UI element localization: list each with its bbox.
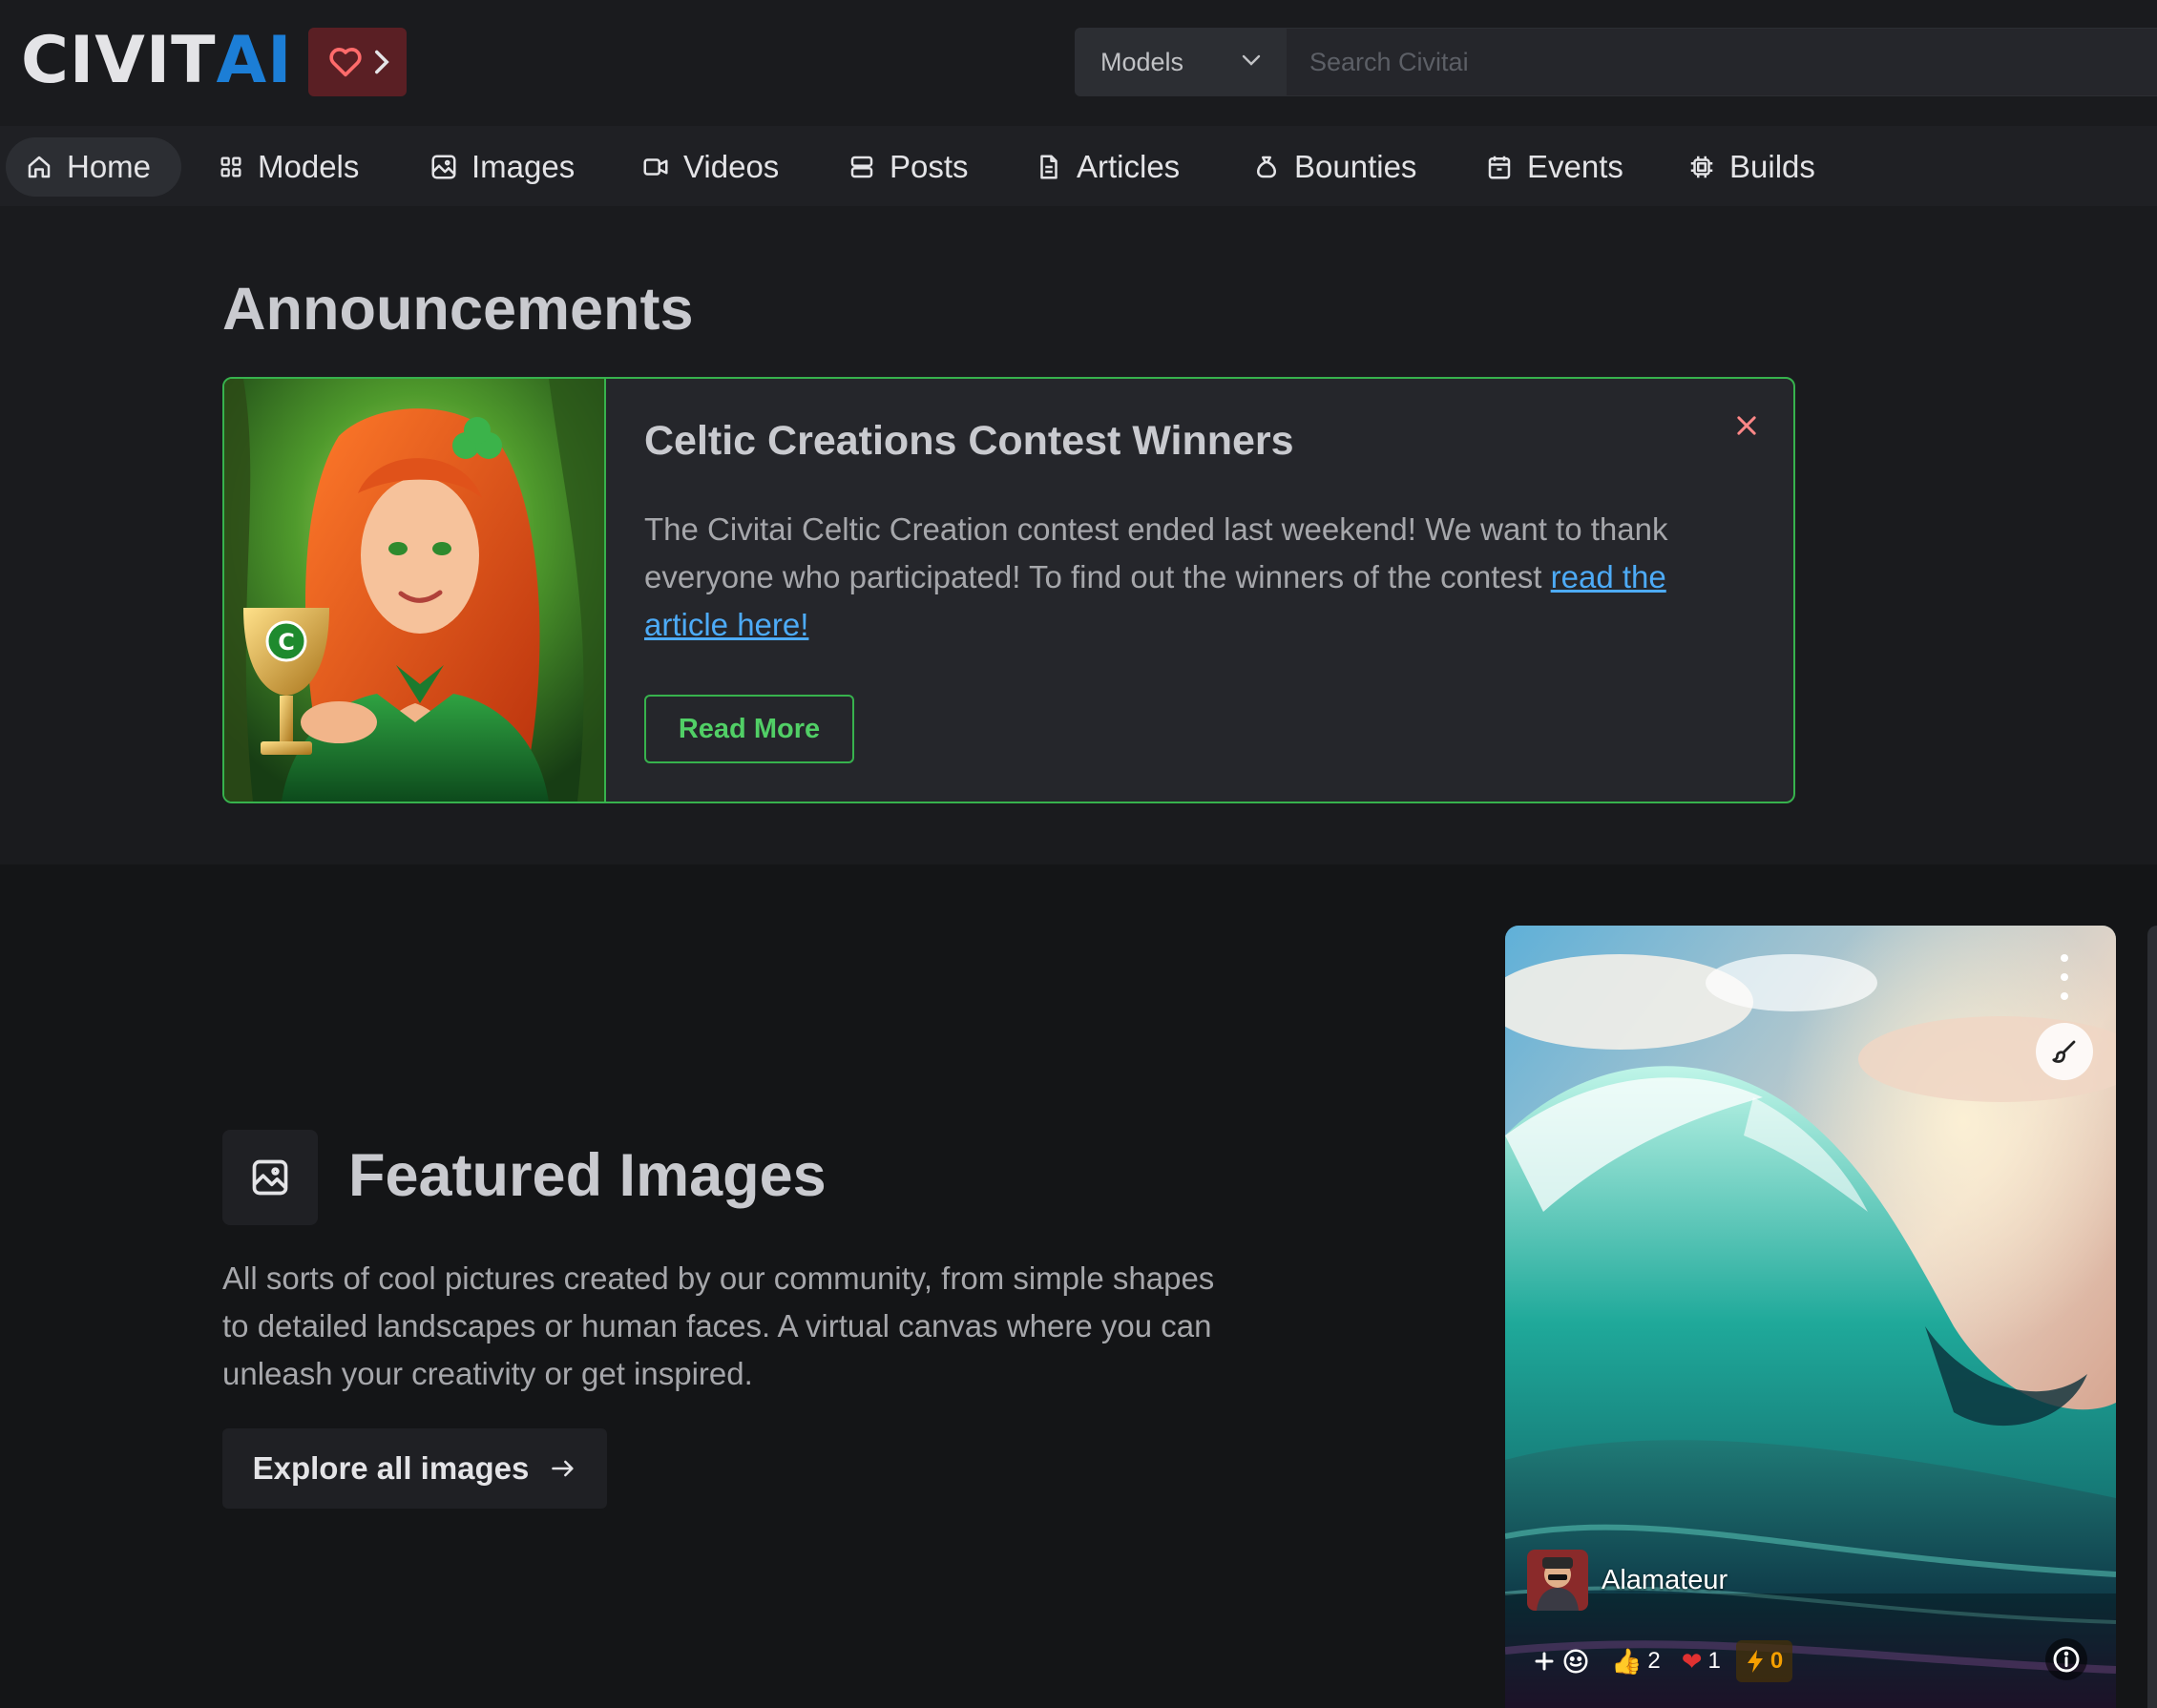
search-type-select[interactable]: Models (1075, 28, 1287, 96)
moneybag-icon (1257, 156, 1276, 178)
search-type-value: Models (1100, 47, 1184, 76)
close-icon (1737, 416, 1756, 435)
announcement-body: The Civitai Celtic Creation contest ende… (644, 506, 1704, 649)
thumbs-up-icon: 👍 (1611, 1646, 1643, 1676)
nav-videos-label: Videos (683, 149, 780, 184)
author-username[interactable]: Alamateur (1602, 1565, 1728, 1596)
heart-icon (328, 48, 362, 77)
nav-home-label: Home (67, 149, 152, 184)
next-image-card-edge[interactable] (2147, 926, 2157, 1708)
image-info-button[interactable] (2045, 1638, 2087, 1680)
buzz-count: 0 (1770, 1648, 1784, 1674)
add-reaction-button[interactable] (1527, 1640, 1596, 1682)
svg-text:C: C (278, 629, 295, 656)
announcement-heading: Celtic Creations Contest Winners (644, 418, 1294, 464)
nav-events-label: Events (1527, 149, 1623, 184)
like-count: 2 (1647, 1648, 1661, 1674)
search-input[interactable] (1287, 28, 2157, 96)
lightning-icon (1747, 1650, 1763, 1673)
top-header: CIVIT AI Models (0, 0, 2157, 126)
grid-icon (220, 156, 241, 177)
smiley-icon (1563, 1649, 1588, 1674)
chevron-right-icon (374, 50, 389, 74)
featured-title: Featured Images (348, 1142, 827, 1209)
nav-articles[interactable]: Articles (1016, 137, 1199, 197)
nav-events[interactable]: Events (1466, 137, 1643, 197)
announcement-image: C (224, 379, 606, 802)
nav-bounties[interactable]: Bounties (1233, 137, 1435, 197)
remix-brush-button[interactable] (2036, 1023, 2093, 1080)
heart-reaction[interactable]: ❤ 1 (1676, 1640, 1727, 1682)
announcements-title: Announcements (222, 276, 694, 343)
nav-bounties-label: Bounties (1294, 149, 1417, 184)
nav-posts-label: Posts (890, 149, 969, 184)
like-reaction[interactable]: 👍 2 (1605, 1640, 1666, 1682)
explore-button-label: Explore all images (252, 1450, 530, 1486)
logo-text-civit: CIVIT (21, 23, 217, 98)
home-icon (28, 156, 51, 178)
photo-icon (252, 1159, 288, 1196)
main-nav: Home Models Images Videos Posts Articles… (0, 126, 2157, 206)
close-announcement-button[interactable] (1728, 406, 1766, 445)
buzz-tip-button[interactable]: 0 (1735, 1640, 1793, 1682)
nav-posts[interactable]: Posts (828, 137, 988, 197)
nav-articles-label: Articles (1077, 149, 1181, 184)
nav-builds-label: Builds (1729, 149, 1815, 184)
cpu-icon (1690, 156, 1713, 178)
chevron-down-icon (1242, 54, 1261, 66)
brush-icon (2052, 1040, 2076, 1063)
posts-icon (850, 156, 873, 178)
info-icon (2053, 1646, 2080, 1673)
avatar[interactable] (1527, 1550, 1588, 1611)
plus-icon (1535, 1652, 1554, 1671)
image-author[interactable]: Alamateur (1527, 1549, 1728, 1612)
calendar-icon (1488, 156, 1511, 179)
featured-icon-box (222, 1130, 318, 1225)
read-more-button[interactable]: Read More (644, 695, 854, 763)
video-icon (643, 158, 668, 176)
arrow-right-icon (552, 1460, 575, 1477)
reaction-bar: 👍 2 ❤ 1 0 (1527, 1636, 1793, 1686)
featured-description: All sorts of cool pictures created by ou… (222, 1260, 1215, 1391)
nav-images[interactable]: Images (410, 137, 594, 197)
more-options-button[interactable] (2050, 954, 2079, 1000)
nav-models[interactable]: Models (199, 137, 378, 197)
nav-images-label: Images (471, 149, 576, 184)
nav-videos[interactable]: Videos (622, 137, 798, 197)
file-text-icon (1040, 155, 1058, 179)
nav-models-label: Models (258, 149, 360, 184)
explore-all-images-button[interactable]: Explore all images (222, 1428, 607, 1509)
photo-icon (431, 155, 456, 179)
nav-builds[interactable]: Builds (1668, 137, 1834, 197)
support-button[interactable] (308, 28, 407, 96)
heart-count: 1 (1707, 1648, 1721, 1674)
heart-icon: ❤ (1681, 1646, 1703, 1676)
civitai-logo[interactable]: CIVIT AI (21, 29, 292, 94)
nav-home[interactable]: Home (6, 137, 181, 197)
logo-text-ai: AI (216, 23, 293, 98)
announcement-body-text: The Civitai Celtic Creation contest ende… (644, 511, 1668, 594)
